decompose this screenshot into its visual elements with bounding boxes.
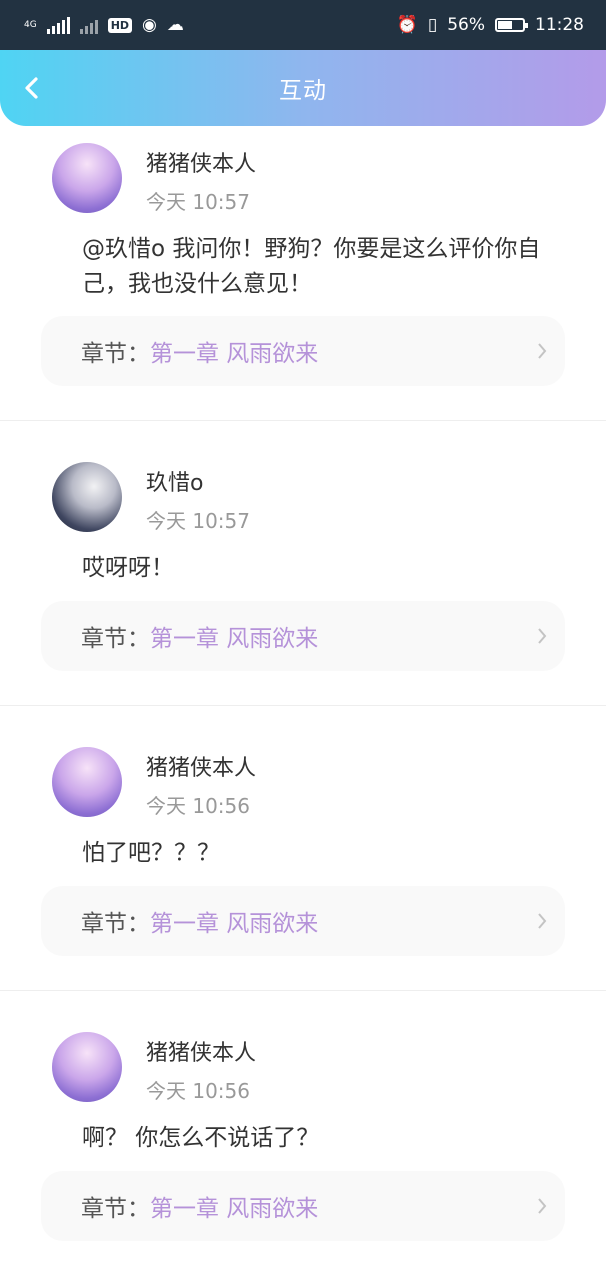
chapter-label: 章节： (81, 341, 150, 367)
chevron-right-icon (538, 628, 547, 644)
status-right: ⏰ ▯ 56% 11:28 (397, 15, 584, 35)
battery-icon (495, 18, 528, 32)
chapter-name: 第一章 风雨欲来 (150, 341, 319, 367)
comment-username[interactable]: 猪猪侠本人 (146, 1035, 256, 1067)
page-title: 互动 (279, 78, 327, 104)
comment-time: 今天 10:57 (146, 190, 250, 214)
comment-username[interactable]: 玖惜o (146, 465, 203, 497)
eye-icon: ◉ (142, 15, 157, 35)
alarm-icon: ⏰ (396, 15, 418, 35)
chapter-name: 第一章 风雨欲来 (150, 911, 319, 937)
chapter-link[interactable]: 章节： 第一章 风雨欲来 (41, 886, 565, 956)
comment-text: 怕了吧？？？ (82, 840, 220, 866)
chapter-link[interactable]: 章节： 第一章 风雨欲来 (41, 601, 565, 671)
signal-icon (46, 16, 70, 34)
page-header: 互动 (0, 50, 606, 126)
chapter-link[interactable]: 章节： 第一章 风雨欲来 (41, 316, 565, 386)
comment-item: 猪猪侠本人 今天 10:56 怕了吧？？？ 章节： 第一章 风雨欲来 (0, 696, 606, 981)
avatar[interactable] (52, 1032, 122, 1102)
clock: 11:28 (535, 15, 584, 35)
back-icon[interactable] (22, 76, 42, 100)
wechat-icon: ☁ (166, 15, 184, 35)
vibrate-icon: ▯ (427, 15, 438, 35)
comment-text: 哎呀呀！ (82, 555, 174, 581)
chapter-label: 章节： (81, 626, 150, 652)
chevron-right-icon (538, 343, 547, 359)
battery-percent: 56% (447, 15, 485, 35)
comment-item: 猪猪侠本人 今天 10:57 @玖惜o 我问你！野狗？你要是这么评价你自己，我也… (0, 126, 606, 411)
comment-item: 玖惜o 今天 10:57 哎呀呀！ 章节： 第一章 风雨欲来 (0, 411, 606, 696)
avatar[interactable] (52, 143, 122, 213)
status-left: 4G HD ◉ ☁ (24, 15, 184, 35)
network-type: 4G (24, 19, 37, 30)
comment-text: @玖惜o 我问你！野狗？你要是这么评价你自己，我也没什么意见！ (82, 236, 541, 297)
comment-time: 今天 10:56 (146, 794, 250, 818)
comment-feed[interactable]: 猪猪侠本人 今天 10:57 @玖惜o 我问你！野狗？你要是这么评价你自己，我也… (0, 126, 606, 1266)
chapter-label: 章节： (81, 911, 150, 937)
comment-username[interactable]: 猪猪侠本人 (146, 750, 256, 782)
avatar[interactable] (52, 462, 122, 532)
chapter-link[interactable]: 章节： 第一章 风雨欲来 (41, 1171, 565, 1241)
status-bar: 4G HD ◉ ☁ ⏰ ▯ 56% 11:28 (0, 0, 606, 50)
hd-icon: HD (107, 17, 133, 33)
comment-time: 今天 10:57 (146, 509, 250, 533)
comment-time: 今天 10:56 (146, 1079, 250, 1103)
avatar[interactable] (52, 747, 122, 817)
signal-2-icon (79, 16, 98, 34)
comment-text: 啊？ 你怎么不说话了？ (82, 1125, 320, 1151)
chevron-right-icon (538, 913, 547, 929)
comment-username[interactable]: 猪猪侠本人 (146, 146, 256, 178)
chapter-label: 章节： (81, 1196, 150, 1222)
comment-item: 猪猪侠本人 今天 10:56 啊？ 你怎么不说话了？ 章节： 第一章 风雨欲来 (0, 981, 606, 1266)
chapter-name: 第一章 风雨欲来 (150, 1196, 319, 1222)
chapter-name: 第一章 风雨欲来 (150, 626, 319, 652)
chevron-right-icon (538, 1198, 547, 1214)
